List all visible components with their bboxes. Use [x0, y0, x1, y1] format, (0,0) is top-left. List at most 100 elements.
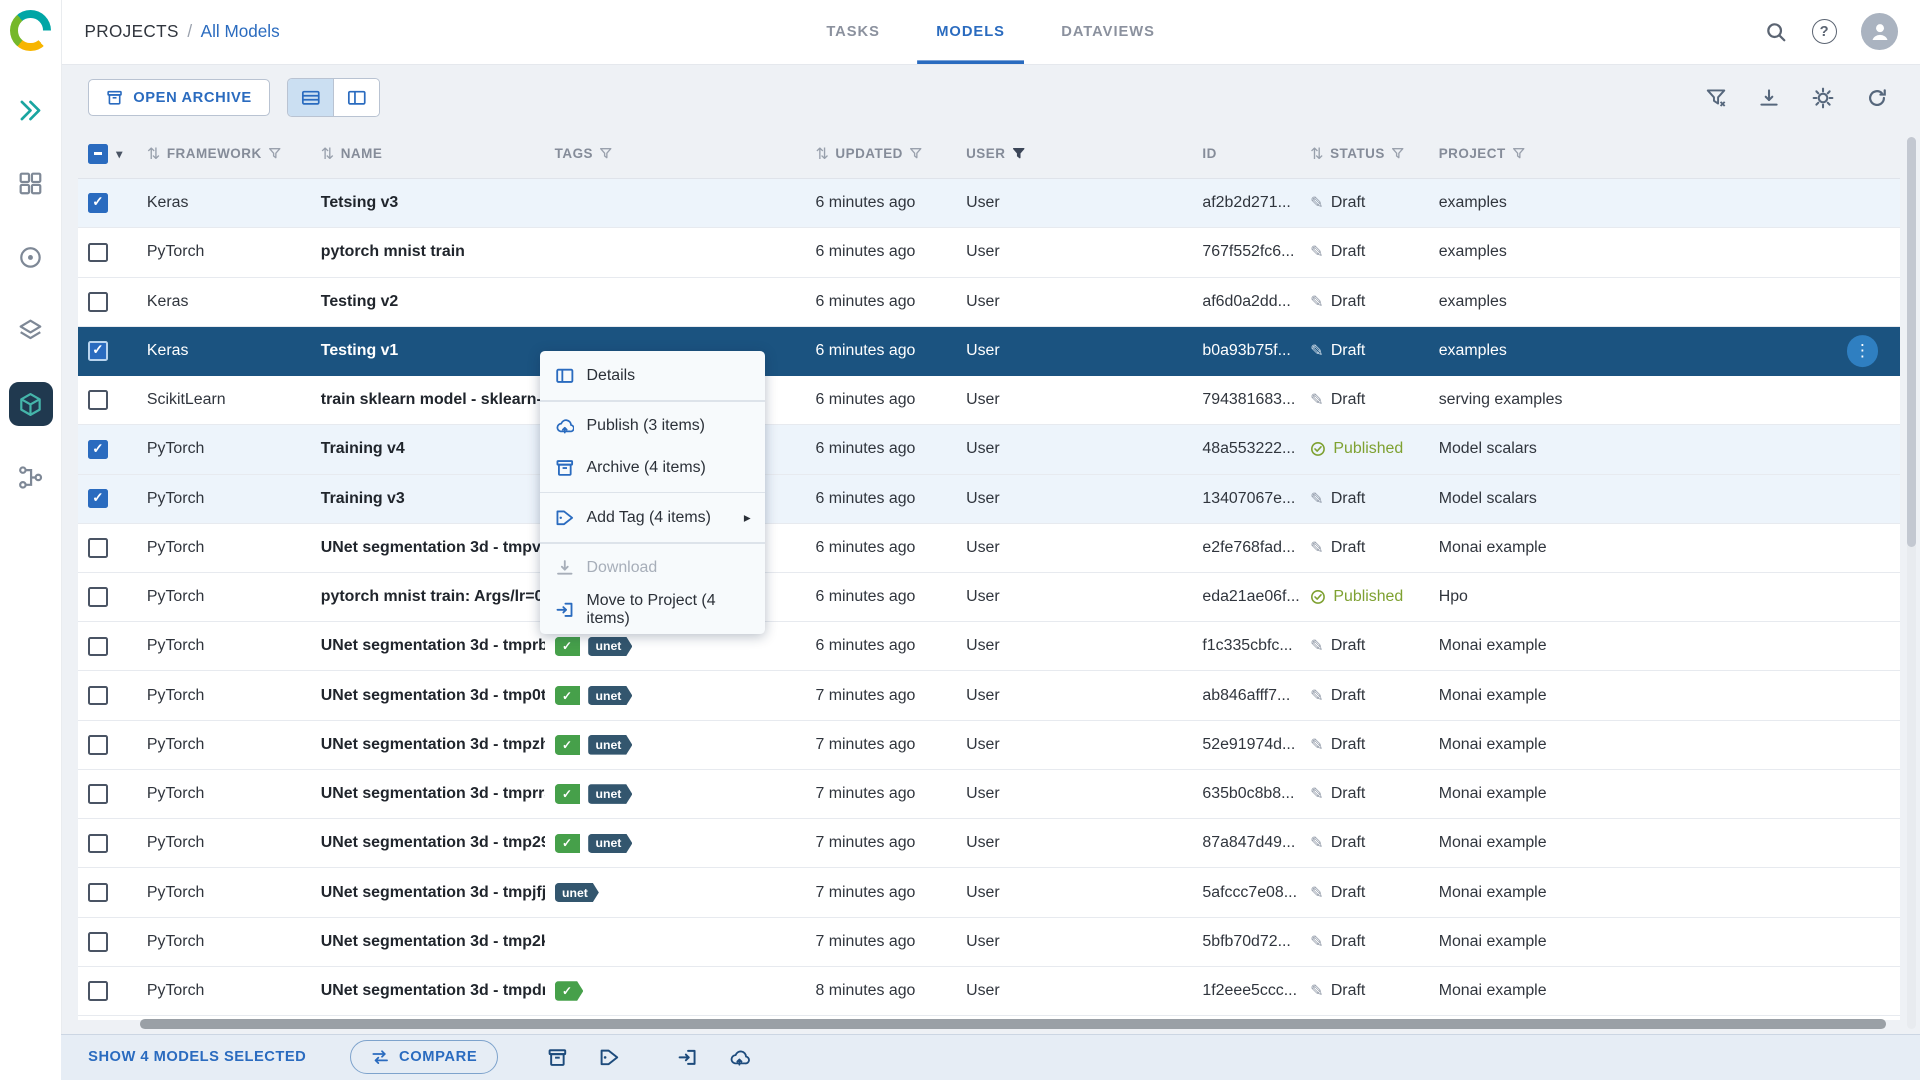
selection-summary[interactable]: SHOW 4 MODELS SELECTED	[88, 1049, 306, 1065]
filter-funnel-active-icon[interactable]	[1012, 147, 1025, 160]
model-name[interactable]: pytorch mnist train: Args/lr=0.01	[311, 588, 545, 606]
menu-item-publish[interactable]: Publish (3 items)	[540, 405, 765, 447]
table-row[interactable]: PyTorch Training v4 6 minutes ago User 4…	[78, 425, 1901, 475]
model-name[interactable]: Testing v2	[311, 293, 545, 311]
models-cube-icon[interactable]	[8, 381, 53, 427]
clearml-logo-icon[interactable]	[9, 9, 52, 52]
model-name[interactable]: train sklearn model - sklearn-mo...	[311, 391, 545, 409]
row-checkbox[interactable]	[88, 538, 108, 558]
table-row[interactable]: Keras Tetsing v3 6 minutes ago User af2b…	[78, 179, 1901, 229]
tab-models[interactable]: MODELS	[917, 0, 1025, 64]
row-checkbox[interactable]	[88, 882, 108, 903]
table-view-button[interactable]	[288, 79, 334, 117]
row-checkbox[interactable]	[88, 735, 108, 755]
row-checkbox[interactable]	[88, 685, 108, 706]
model-name[interactable]: pytorch mnist train	[311, 243, 545, 261]
clear-filters-icon[interactable]	[1705, 87, 1727, 109]
table-row[interactable]: PyTorch pytorch mnist train: Args/lr=0.0…	[78, 573, 1901, 623]
table-row[interactable]: Keras Testing v2 6 minutes ago User af6d…	[78, 277, 1901, 327]
add-tag-selected-icon[interactable]	[599, 1047, 620, 1068]
select-all-checkbox[interactable]	[88, 144, 108, 164]
row-checkbox[interactable]	[88, 587, 108, 607]
filter-funnel-icon[interactable]	[599, 147, 612, 160]
model-name[interactable]: UNet segmentation 3d - tmprrae...	[311, 785, 545, 803]
model-name[interactable]: UNet segmentation 3d - tmpdm4...	[311, 982, 545, 1000]
breadcrumb-current[interactable]: All Models	[201, 21, 280, 42]
split-view-button[interactable]	[333, 79, 379, 117]
model-name[interactable]: Testing v1	[311, 342, 545, 360]
auto-refresh-icon[interactable]	[1866, 87, 1888, 109]
row-checkbox[interactable]	[88, 341, 108, 361]
breadcrumb-root[interactable]: PROJECTS	[84, 21, 178, 42]
sort-icon[interactable]: ⇅	[1310, 144, 1324, 164]
filter-funnel-icon[interactable]	[909, 147, 922, 160]
col-id[interactable]: ID	[1193, 146, 1301, 161]
col-user[interactable]: USER	[956, 146, 1192, 161]
row-checkbox[interactable]	[88, 193, 108, 214]
model-name[interactable]: Training v4	[311, 440, 545, 458]
model-name[interactable]: UNet segmentation 3d - tmp29rf...	[311, 834, 545, 852]
model-name[interactable]: Tetsing v3	[311, 194, 545, 212]
datasets-layers-icon[interactable]	[9, 309, 53, 353]
table-row[interactable]: PyTorch UNet segmentation 3d - tmpvjhyl.…	[78, 523, 1901, 574]
table-row[interactable]: ScikitLearn train sklearn model - sklear…	[78, 376, 1901, 426]
open-archive-button[interactable]: OPEN ARCHIVE	[88, 79, 270, 117]
row-checkbox[interactable]	[88, 833, 108, 854]
select-dropdown-caret-icon[interactable]: ▾	[116, 147, 123, 161]
table-row[interactable]: PyTorch UNet segmentation 3d - tmp29rf..…	[78, 819, 1901, 869]
row-checkbox[interactable]	[88, 291, 108, 312]
filter-funnel-icon[interactable]	[1391, 147, 1404, 160]
row-menu-button[interactable]: ⋮	[1846, 335, 1879, 367]
help-icon[interactable]: ?	[1811, 19, 1837, 45]
model-name[interactable]: UNet segmentation 3d - tmpvjhyl...	[311, 539, 545, 557]
tab-dataviews[interactable]: DATAVIEWS	[1042, 0, 1175, 64]
table-row[interactable]: PyTorch UNet segmentation 3d - tmpdm4...…	[78, 966, 1901, 1017]
filter-funnel-icon[interactable]	[268, 147, 281, 160]
model-name[interactable]: UNet segmentation 3d - tmp0tu...	[311, 687, 545, 705]
model-name[interactable]: UNet segmentation 3d - tmpjfjpv...	[311, 884, 545, 902]
row-checkbox[interactable]	[88, 931, 108, 952]
row-checkbox[interactable]	[88, 488, 108, 509]
compare-button[interactable]: COMPARE	[350, 1040, 498, 1075]
table-row[interactable]: PyTorch UNet segmentation 3d - tmprb9d..…	[78, 622, 1901, 672]
sort-icon[interactable]: ⇅	[147, 144, 161, 164]
col-updated[interactable]: ⇅ UPDATED	[806, 144, 957, 164]
table-row[interactable]: Keras Testing v1 6 minutes ago User b0a9…	[78, 326, 1901, 377]
menu-item-move-to-project[interactable]: Move to Project (4 items)	[540, 589, 765, 631]
menu-item-add-tag[interactable]: Add Tag (4 items) ▸	[540, 497, 765, 539]
select-all-header[interactable]: ▾	[78, 144, 137, 164]
tab-tasks[interactable]: TASKS	[807, 0, 900, 64]
pipelines-icon[interactable]	[9, 455, 53, 499]
menu-item-download[interactable]: Download	[540, 547, 765, 589]
row-checkbox[interactable]	[88, 242, 108, 263]
horizontal-scrollbar[interactable]	[139, 1018, 1886, 1029]
search-icon[interactable]	[1765, 21, 1787, 43]
vertical-scrollbar[interactable]	[1906, 137, 1917, 1029]
dashboard-grid-icon[interactable]	[9, 162, 53, 206]
menu-item-details[interactable]: Details	[540, 355, 765, 397]
row-checkbox[interactable]	[88, 439, 108, 460]
col-tags[interactable]: TAGS	[545, 146, 806, 161]
move-selected-icon[interactable]	[677, 1047, 698, 1068]
table-row[interactable]: PyTorch Training v3 6 minutes ago User 1…	[78, 474, 1901, 524]
table-row[interactable]: PyTorch UNet segmentation 3d - tmpjfjpv.…	[78, 868, 1901, 918]
download-table-icon[interactable]	[1758, 87, 1780, 109]
col-name[interactable]: ⇅ NAME	[311, 144, 545, 164]
settings-gear-icon[interactable]	[1812, 87, 1834, 109]
sort-icon[interactable]: ⇅	[321, 144, 335, 164]
col-framework[interactable]: ⇅ FRAMEWORK	[137, 144, 311, 164]
row-checkbox[interactable]	[88, 390, 108, 410]
projects-icon[interactable]	[9, 235, 53, 279]
model-name[interactable]: UNet segmentation 3d - tmp2kr0...	[311, 933, 545, 951]
menu-item-archive[interactable]: Archive (4 items)	[540, 447, 765, 489]
model-name[interactable]: UNet segmentation 3d - tmpzh0...	[311, 736, 545, 754]
table-row[interactable]: PyTorch UNet segmentation 3d - tmp0tu...…	[78, 671, 1901, 721]
filter-funnel-icon[interactable]	[1512, 147, 1525, 160]
row-checkbox[interactable]	[88, 981, 108, 1001]
col-project[interactable]: PROJECT	[1429, 146, 1901, 161]
row-checkbox[interactable]	[88, 636, 108, 657]
model-name[interactable]: UNet segmentation 3d - tmprb9d...	[311, 637, 545, 655]
sort-icon[interactable]: ⇅	[815, 144, 829, 164]
vertical-scrollbar-thumb[interactable]	[1906, 137, 1917, 548]
getting-started-icon[interactable]	[9, 88, 53, 132]
